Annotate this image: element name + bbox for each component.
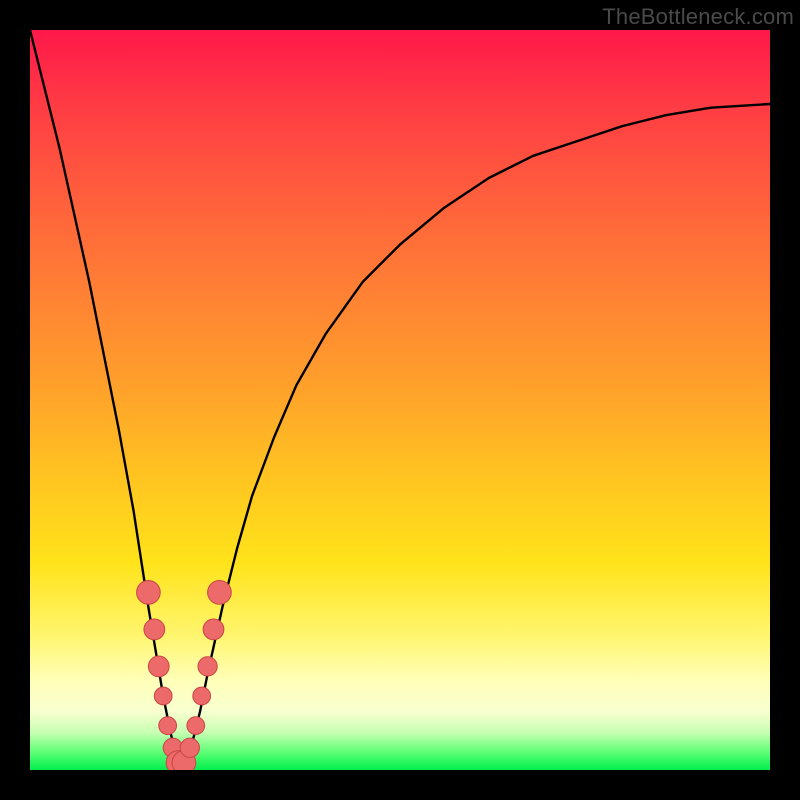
curve-marker	[203, 619, 224, 640]
bottleneck-curve-svg	[30, 30, 770, 770]
bottleneck-curve	[30, 30, 770, 763]
chart-frame: TheBottleneck.com	[0, 0, 800, 800]
curve-marker	[144, 619, 165, 640]
curve-marker	[193, 687, 211, 705]
curve-marker	[137, 581, 161, 605]
curve-marker	[148, 656, 169, 677]
curve-marker	[208, 581, 232, 605]
curve-marker	[187, 717, 205, 735]
plot-area	[30, 30, 770, 770]
curve-marker	[154, 687, 172, 705]
watermark-text: TheBottleneck.com	[602, 4, 794, 30]
curve-marker	[159, 717, 177, 735]
curve-marker	[198, 657, 217, 676]
curve-marker	[180, 738, 199, 757]
curve-markers	[137, 581, 232, 770]
